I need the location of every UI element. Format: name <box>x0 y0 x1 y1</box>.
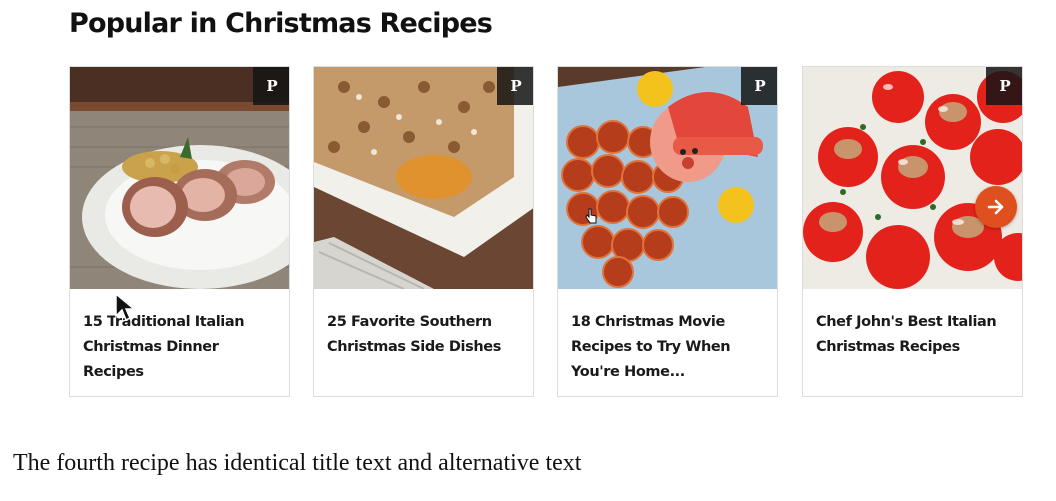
caption-note: The fourth recipe has identical title te… <box>13 450 582 476</box>
recipe-title-4[interactable]: Chef John's Best Italian Christmas Recip… <box>816 310 1011 360</box>
svg-text:P: P <box>754 78 765 94</box>
recipe-card-1[interactable]: P 15 Traditional Italian Christmas Dinne… <box>69 66 290 397</box>
recipe-title-2[interactable]: 25 Favorite Southern Christmas Side Dish… <box>327 310 522 360</box>
recipe-title-3[interactable]: 18 Christmas Movie Recipes to Try When Y… <box>571 310 766 385</box>
pinterest-icon[interactable]: P <box>253 67 289 105</box>
hand-pointer-icon <box>585 208 597 224</box>
recipe-title-1[interactable]: 15 Traditional Italian Christmas Dinner … <box>83 310 278 385</box>
arrow-right-icon <box>987 199 1004 215</box>
carousel-next-button[interactable] <box>975 186 1017 228</box>
svg-text:P: P <box>510 78 521 94</box>
recipe-image-3[interactable]: P <box>558 67 777 289</box>
pinterest-icon[interactable]: P <box>986 67 1022 105</box>
mouse-pointer-icon <box>115 292 136 322</box>
recipe-card-4[interactable]: P Chef John's Best Italian Christmas Rec… <box>802 66 1023 397</box>
pinterest-icon[interactable]: P <box>741 67 777 105</box>
recipe-image-1[interactable]: P <box>70 67 289 289</box>
svg-text:P: P <box>266 78 277 94</box>
recipe-image-4[interactable]: P <box>803 67 1022 289</box>
recipe-image-2[interactable]: P <box>314 67 533 289</box>
recipe-card-3[interactable]: P 18 Christmas Movie Recipes to Try When… <box>557 66 778 397</box>
svg-text:P: P <box>999 78 1010 94</box>
section-title: Popular in Christmas Recipes <box>69 8 493 39</box>
pinterest-icon[interactable]: P <box>497 67 533 105</box>
recipe-card-2[interactable]: P 25 Favorite Southern Christmas Side Di… <box>313 66 534 397</box>
